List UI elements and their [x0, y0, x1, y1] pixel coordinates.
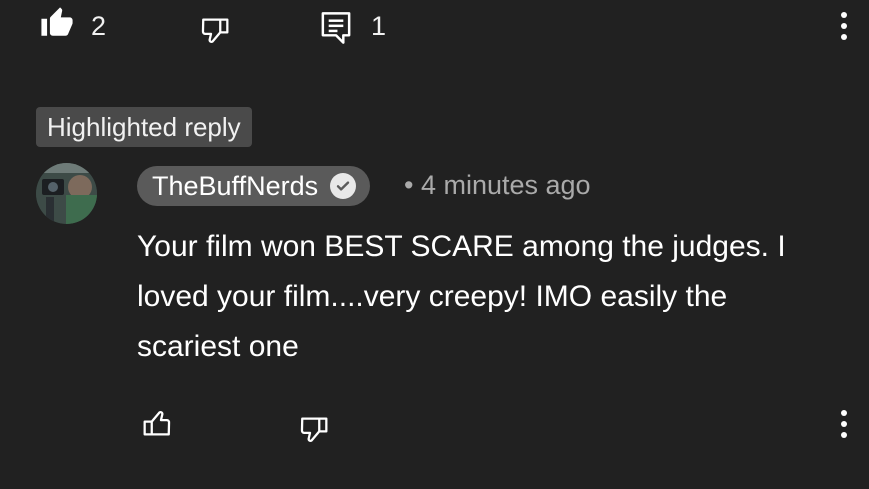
dislike-button[interactable]	[199, 14, 233, 48]
author-name: TheBuffNerds	[152, 170, 319, 201]
avatar-image	[36, 163, 97, 224]
more-options-button[interactable]	[837, 12, 851, 40]
reply-button[interactable]	[318, 9, 354, 47]
reply-dislike-button[interactable]	[298, 413, 332, 447]
comment-text: Your film won BEST SCARE among the judge…	[137, 230, 786, 363]
thumbs-down-icon	[201, 18, 229, 43]
reply-more-options-button[interactable]	[837, 410, 851, 438]
thumbs-up-icon	[143, 411, 171, 436]
highlighted-reply-badge: Highlighted reply	[36, 107, 252, 147]
thumbs-up-filled-icon	[41, 7, 73, 36]
verified-check-icon	[330, 173, 357, 199]
like-button[interactable]	[40, 6, 74, 40]
reply-count: 1	[371, 11, 387, 41]
author-chip[interactable]: TheBuffNerds	[137, 166, 371, 206]
thumbs-down-icon	[300, 417, 328, 442]
comment-timestamp[interactable]: • 4 minutes ago	[404, 172, 591, 199]
like-count: 2	[91, 11, 107, 41]
reply-like-button[interactable]	[139, 406, 173, 440]
reply-comment-icon	[321, 12, 351, 44]
avatar[interactable]	[36, 163, 97, 224]
